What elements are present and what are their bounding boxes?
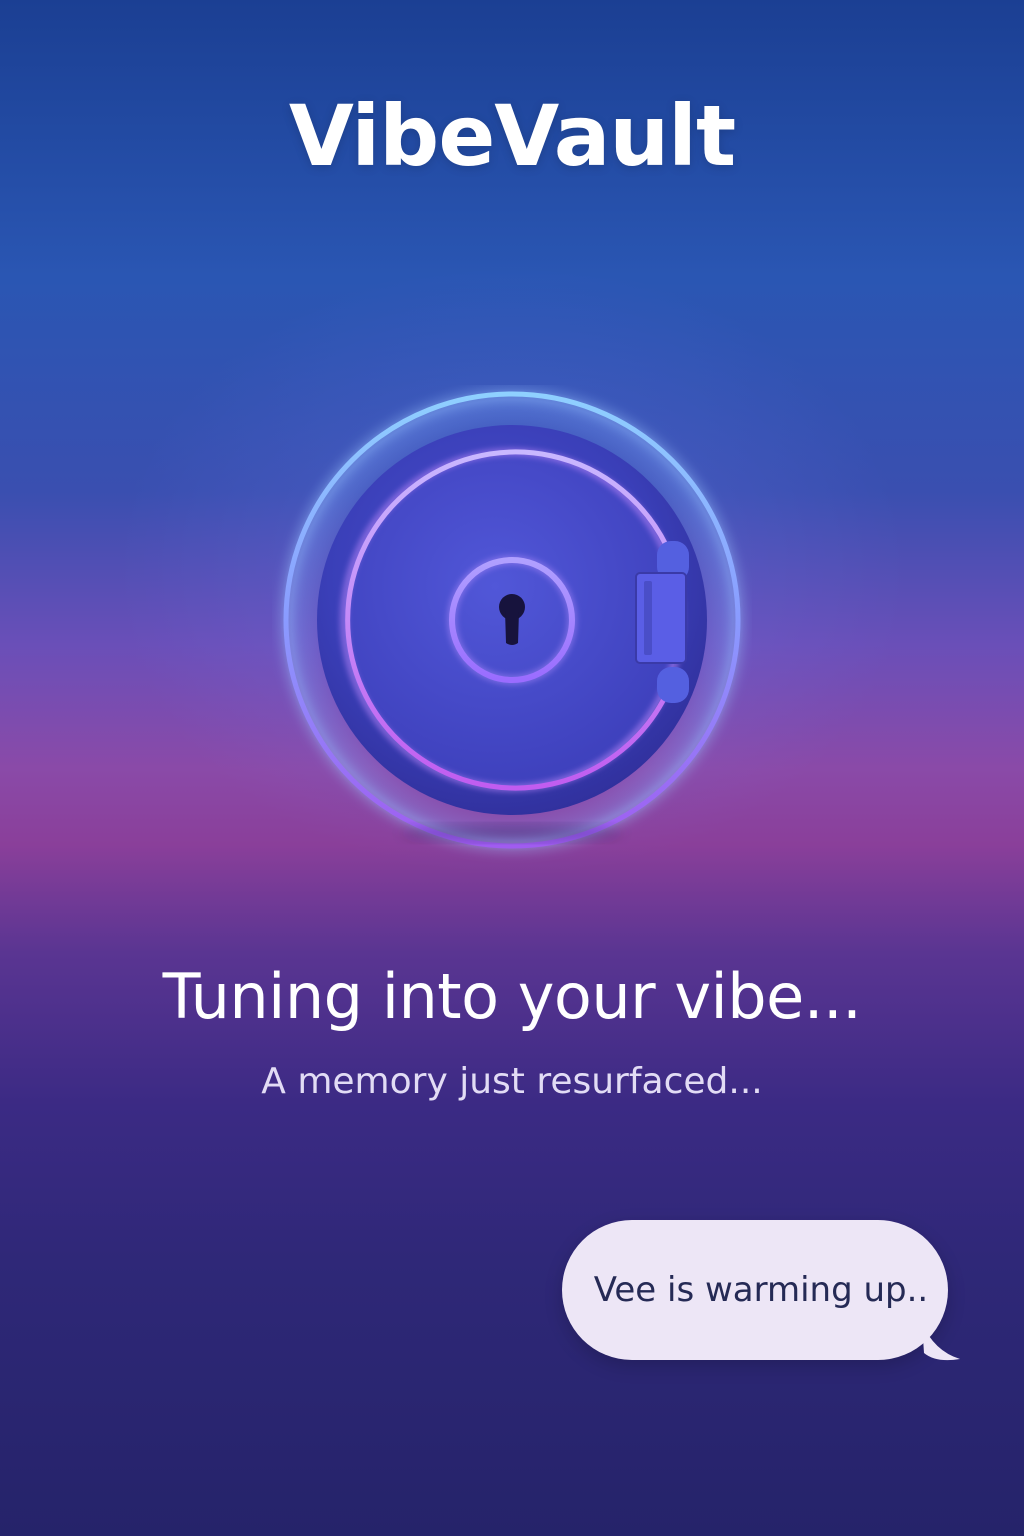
assistant-chat-bubble: Vee is warming up.. [562,1220,962,1365]
app-title: VibeVault [288,87,736,185]
vault-lock-icon [272,385,752,865]
chat-bubble-body: Vee is warming up.. [562,1220,948,1360]
loading-subline: A memory just resurfaced... [261,1061,763,1102]
loading-headline: Tuning into your vibe... [162,960,862,1033]
chat-bubble-tail [922,1323,960,1361]
assistant-status-text: Vee is warming up.. [593,1270,929,1310]
